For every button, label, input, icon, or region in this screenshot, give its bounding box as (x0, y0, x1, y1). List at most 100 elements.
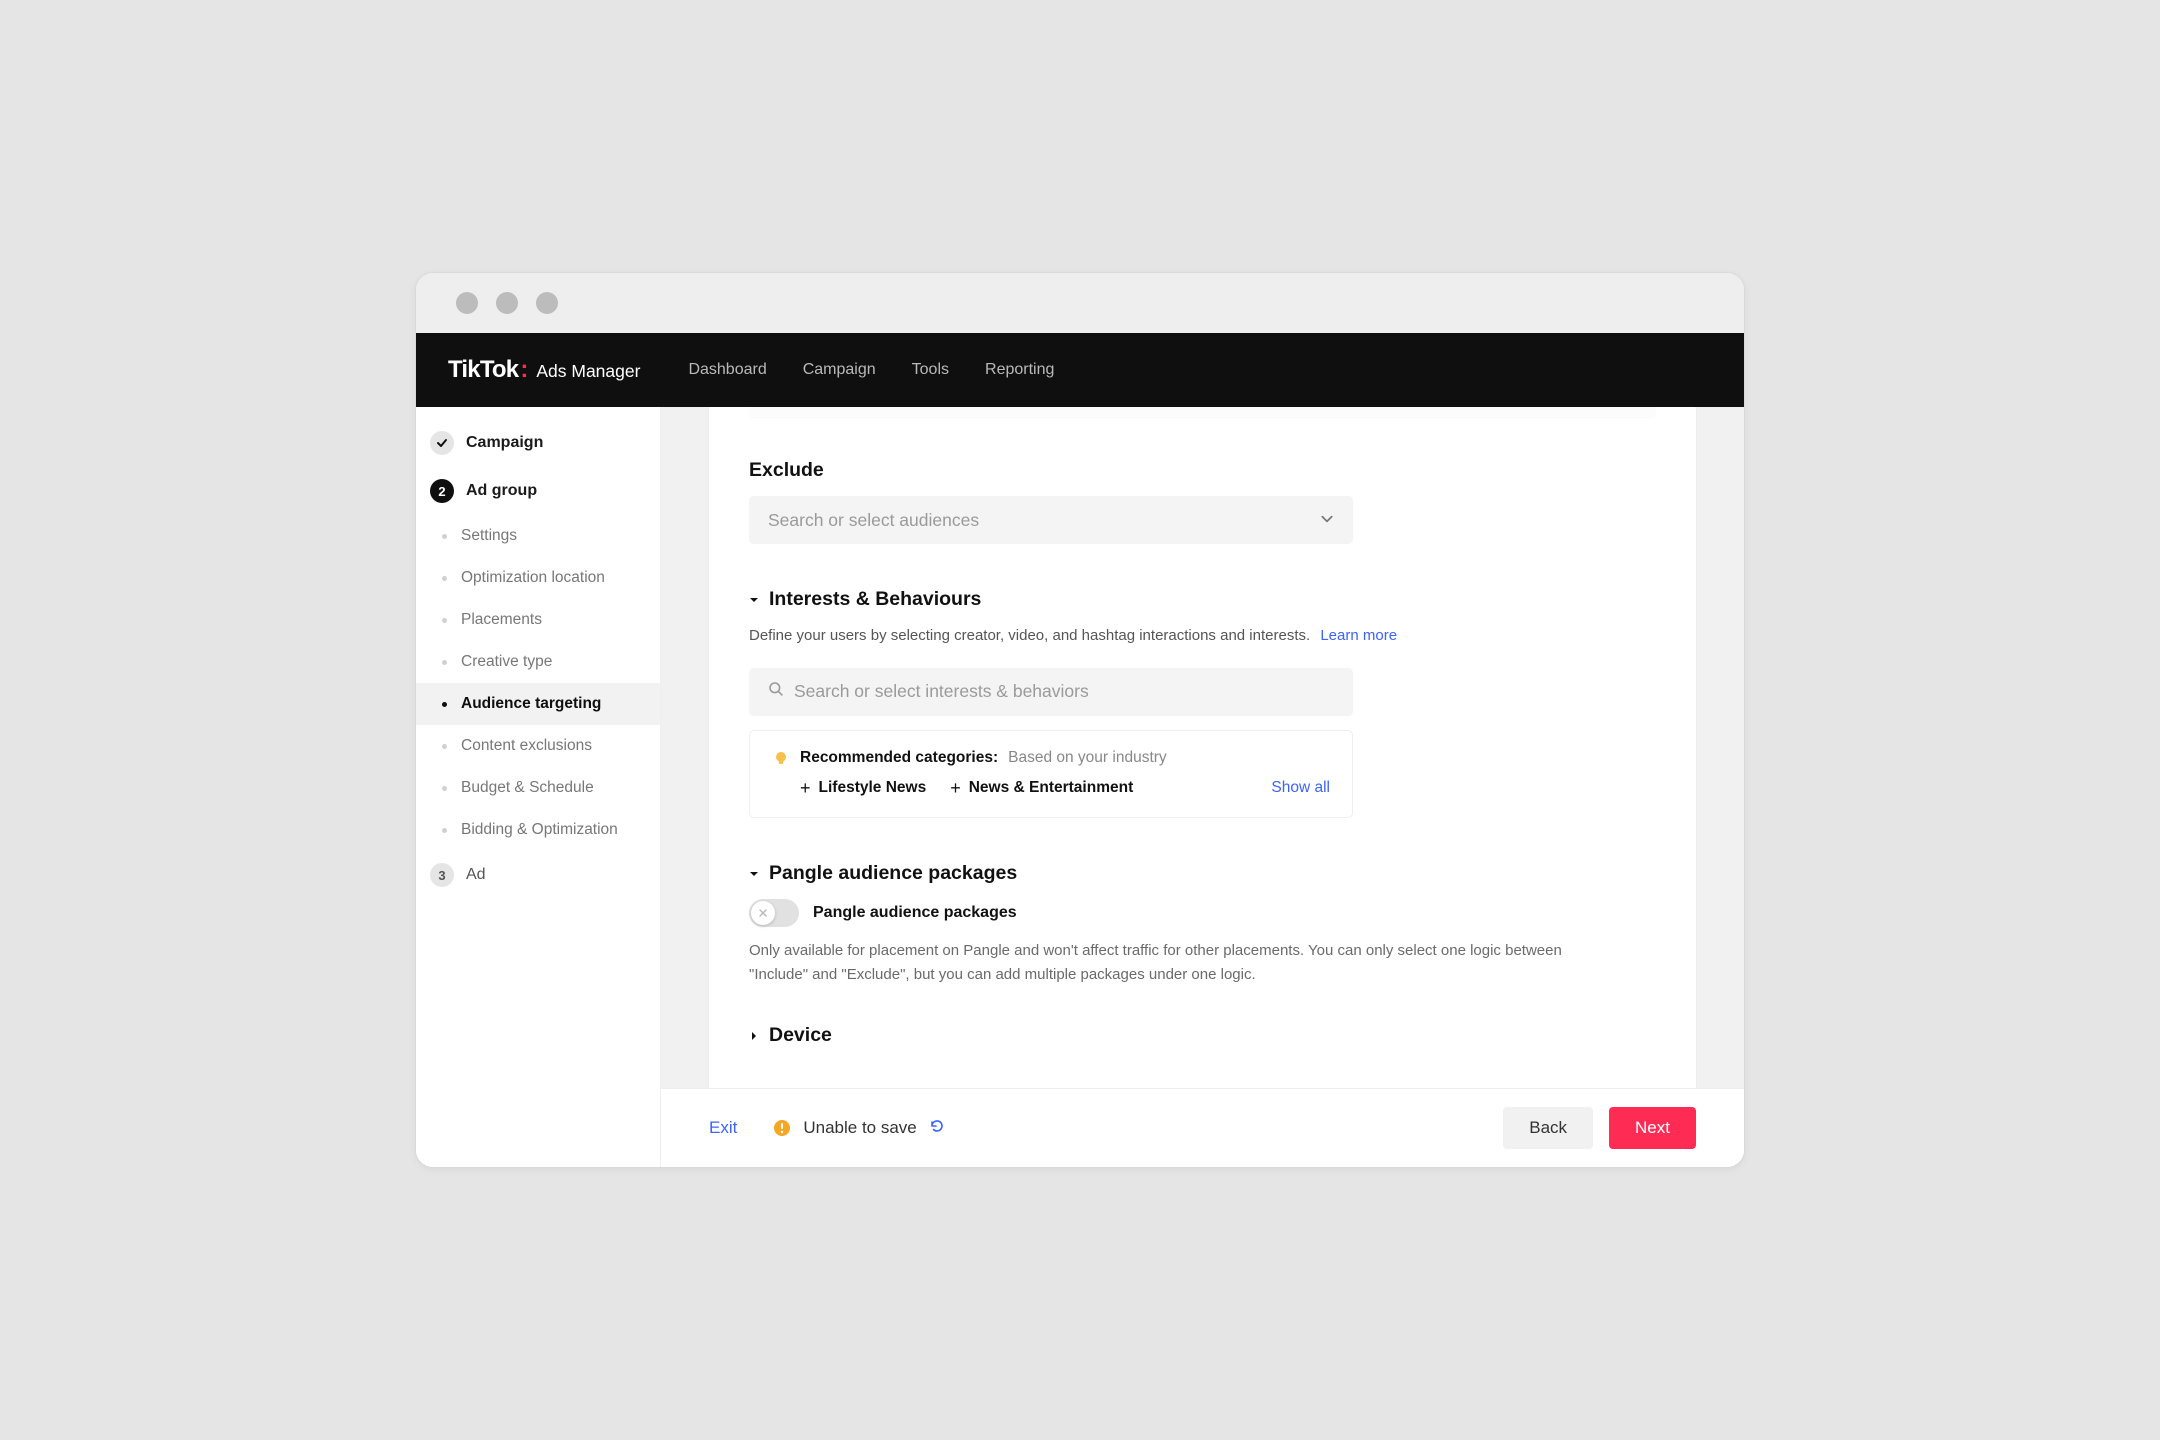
sidebar-item-label: Bidding & Optimization (461, 821, 618, 839)
sidebar-sublist: Settings Optimization location Placement… (416, 515, 660, 851)
browser-window: TikTok : Ads Manager Dashboard Campaign … (415, 272, 1745, 1168)
interests-section: Interests & Behaviours Define your users… (709, 588, 1696, 862)
next-button[interactable]: Next (1609, 1107, 1696, 1149)
rec-subtitle: Based on your industry (1008, 749, 1167, 767)
input-placeholder: Search or select interests & behaviors (794, 681, 1089, 702)
nav-tools[interactable]: Tools (912, 361, 949, 379)
pangle-section: Pangle audience packages Pangle audience… (709, 862, 1696, 1025)
sidebar-item-content-exclusions[interactable]: Content exclusions (416, 725, 660, 767)
body: Campaign 2 Ad group Settings Optimizatio… (416, 407, 1744, 1167)
bullet-icon (442, 534, 447, 539)
bullet-icon (442, 828, 447, 833)
content-scroll[interactable]: Exclude Search or select audiences Inter… (661, 407, 1744, 1088)
plus-icon: + (950, 779, 961, 797)
rec-header: Recommended categories: Based on your in… (772, 749, 1330, 767)
rec-title: Recommended categories: (800, 749, 998, 767)
logo-colon: : (520, 356, 528, 384)
exclude-audience-select[interactable]: Search or select audiences (749, 496, 1353, 544)
section-title: Device (769, 1024, 832, 1047)
sidebar-step-adgroup[interactable]: 2 Ad group (416, 467, 660, 515)
sidebar-item-label: Budget & Schedule (461, 779, 594, 797)
section-heading-device[interactable]: Device (749, 1024, 1656, 1047)
add-category-news-entertainment[interactable]: + News & Entertainment (950, 779, 1133, 797)
chip-label: Lifestyle News (819, 779, 927, 797)
sidebar-item-label: Settings (461, 527, 517, 545)
sidebar-item-label: Creative type (461, 653, 552, 671)
recommended-categories-box: Recommended categories: Based on your in… (749, 730, 1353, 818)
content-wrap: Exclude Search or select audiences Inter… (661, 407, 1744, 1167)
step-number-icon: 3 (430, 863, 454, 887)
chip-label: News & Entertainment (969, 779, 1134, 797)
desc-text: Define your users by selecting creator, … (749, 627, 1310, 644)
footer-left: Exit Unable to save (709, 1118, 945, 1139)
logo-text: TikTok (448, 356, 518, 384)
nav-campaign[interactable]: Campaign (803, 361, 876, 379)
toggle-label: Pangle audience packages (813, 904, 1017, 922)
sidebar-item-audience-targeting[interactable]: Audience targeting (416, 683, 660, 725)
header-nav: Dashboard Campaign Tools Reporting (688, 361, 1054, 379)
sidebar: Campaign 2 Ad group Settings Optimizatio… (416, 407, 661, 1167)
rec-row: + Lifestyle News + News & Entertainment Sh… (772, 779, 1330, 797)
section-title: Pangle audience packages (769, 862, 1017, 885)
traffic-maximize-icon[interactable] (536, 292, 558, 314)
exit-link[interactable]: Exit (709, 1118, 737, 1138)
section-heading-interests[interactable]: Interests & Behaviours (749, 588, 1656, 611)
sidebar-item-label: Optimization location (461, 569, 605, 587)
sidebar-item-optimization-location[interactable]: Optimization location (416, 557, 660, 599)
nav-reporting[interactable]: Reporting (985, 361, 1054, 379)
section-title: Interests & Behaviours (769, 588, 981, 611)
section-description: Define your users by selecting creator, … (749, 625, 1656, 648)
plus-icon: + (800, 779, 811, 797)
exclude-section: Exclude Search or select audiences (709, 459, 1696, 588)
refresh-button[interactable] (929, 1118, 945, 1139)
sidebar-step-label: Ad (466, 866, 486, 884)
warning-icon (773, 1119, 791, 1137)
show-all-link[interactable]: Show all (1271, 779, 1330, 797)
caret-right-icon (749, 1024, 759, 1047)
bullet-icon (442, 786, 447, 791)
chevron-down-icon (1320, 510, 1334, 531)
footer-bar: Exit Unable to save Back Next (661, 1088, 1744, 1167)
titlebar (416, 273, 1744, 333)
lightbulb-icon (772, 749, 790, 767)
interests-search-input[interactable]: Search or select interests & behaviors (749, 668, 1353, 716)
pangle-toggle-row: Pangle audience packages (749, 899, 1656, 927)
traffic-close-icon[interactable] (456, 292, 478, 314)
section-heading-pangle[interactable]: Pangle audience packages (749, 862, 1656, 885)
sidebar-item-budget-schedule[interactable]: Budget & Schedule (416, 767, 660, 809)
sidebar-step-label: Campaign (466, 434, 543, 452)
traffic-minimize-icon[interactable] (496, 292, 518, 314)
previous-section-bottom (749, 407, 1656, 419)
sidebar-item-label: Placements (461, 611, 542, 629)
pangle-note: Only available for placement on Pangle a… (749, 939, 1569, 989)
form-card: Exclude Search or select audiences Inter… (709, 407, 1696, 1088)
pangle-toggle[interactable] (749, 899, 799, 927)
learn-more-link[interactable]: Learn more (1320, 627, 1397, 644)
sidebar-item-creative-type[interactable]: Creative type (416, 641, 660, 683)
sidebar-item-bidding-optimization[interactable]: Bidding & Optimization (416, 809, 660, 851)
app-header: TikTok : Ads Manager Dashboard Campaign … (416, 333, 1744, 407)
caret-down-icon (749, 862, 759, 885)
save-status: Unable to save (773, 1118, 944, 1139)
bullet-icon (442, 744, 447, 749)
sidebar-step-ad[interactable]: 3 Ad (416, 851, 660, 899)
footer-right: Back Next (1503, 1107, 1696, 1149)
bullet-icon (442, 576, 447, 581)
sidebar-item-placements[interactable]: Placements (416, 599, 660, 641)
add-category-lifestyle-news[interactable]: + Lifestyle News (800, 779, 926, 797)
bullet-icon (442, 618, 447, 623)
rec-chips: + Lifestyle News + News & Entertainment (772, 779, 1133, 797)
logo-product: Ads Manager (536, 361, 640, 382)
check-icon (430, 431, 454, 455)
back-button[interactable]: Back (1503, 1107, 1593, 1149)
search-icon (768, 681, 784, 702)
nav-dashboard[interactable]: Dashboard (688, 361, 766, 379)
logo[interactable]: TikTok : Ads Manager (448, 356, 640, 384)
sidebar-item-label: Audience targeting (461, 695, 601, 713)
status-text: Unable to save (803, 1118, 916, 1138)
sidebar-step-label: Ad group (466, 482, 537, 500)
sidebar-step-campaign[interactable]: Campaign (416, 419, 660, 467)
caret-down-icon (749, 588, 759, 611)
sidebar-item-settings[interactable]: Settings (416, 515, 660, 557)
bullet-icon (442, 660, 447, 665)
